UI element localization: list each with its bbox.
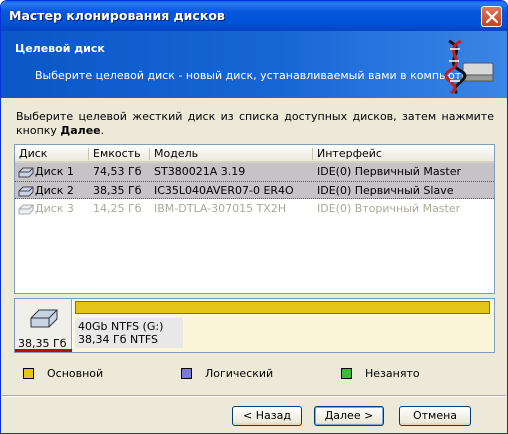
partition-label: 40Gb NTFS (G:) bbox=[78, 320, 164, 333]
title-bar[interactable]: Мастер клонирования дисков bbox=[1, 1, 507, 31]
footer-divider bbox=[2, 395, 506, 397]
cell-capacity: 14,25 Гб bbox=[93, 202, 142, 215]
header-title: Целевой диск bbox=[15, 42, 105, 55]
cell-capacity: 38,35 Гб bbox=[93, 184, 142, 197]
disk-list-header: Диск Емкость Модель Интерфейс bbox=[15, 145, 494, 163]
cell-interface: IDE(0) Первичный Slave bbox=[317, 184, 454, 197]
legend-logical-label: Логический bbox=[205, 367, 274, 380]
cell-capacity: 74,53 Гб bbox=[93, 165, 142, 178]
cell-model: IC35L040AVER07-0 ER4O bbox=[154, 184, 294, 197]
hard-disk-icon bbox=[18, 167, 34, 178]
legend-free-swatch bbox=[341, 368, 352, 379]
legend-logical-swatch bbox=[181, 368, 192, 379]
partition-area: 40Gb NTFS (G:) 38,34 Гб NTFS bbox=[73, 299, 494, 352]
disk-map-summary[interactable]: 38,35 Гб bbox=[15, 299, 72, 352]
partition-bar[interactable] bbox=[75, 301, 490, 314]
legend-free-label: Незанято bbox=[365, 367, 420, 380]
column-capacity[interactable]: Емкость bbox=[93, 147, 141, 160]
table-row: Диск 3 14,25 Гб IBM-DTLA-307015 TX2H IDE… bbox=[15, 200, 494, 218]
back-button[interactable]: < Назад bbox=[232, 406, 302, 426]
cell-disk: Диск 2 bbox=[35, 184, 74, 197]
instruction-bold: Далее bbox=[60, 124, 101, 137]
column-model[interactable]: Модель bbox=[154, 147, 198, 160]
column-interface[interactable]: Интерфейс bbox=[317, 147, 382, 160]
cell-model: ST380021A 3.19 bbox=[154, 165, 246, 178]
hard-disk-icon bbox=[18, 204, 34, 215]
disk-list[interactable]: Диск Емкость Модель Интерфейс Диск 1 74,… bbox=[14, 144, 495, 294]
legend-primary-swatch bbox=[23, 368, 34, 379]
cell-model: IBM-DTLA-307015 TX2H bbox=[154, 202, 287, 215]
instruction-text: Выберите целевой жесткий диск из списка … bbox=[16, 110, 494, 137]
hard-disk-icon bbox=[18, 186, 34, 197]
selection-indicator bbox=[15, 349, 72, 352]
cell-disk: Диск 1 bbox=[35, 165, 74, 178]
disk-layout-map: 38,35 Гб 40Gb NTFS (G:) 38,34 Гб NTFS bbox=[14, 298, 495, 353]
table-row[interactable]: Диск 1 74,53 Гб ST380021A 3.19 IDE(0) Пе… bbox=[15, 163, 494, 181]
partition-detail: 38,34 Гб NTFS bbox=[78, 333, 159, 346]
close-icon bbox=[485, 10, 499, 24]
cell-interface: IDE(0) Первичный Master bbox=[317, 165, 461, 178]
column-disk[interactable]: Диск bbox=[19, 147, 47, 160]
cell-disk: Диск 3 bbox=[35, 202, 74, 215]
hard-disk-icon bbox=[30, 309, 58, 328]
close-button[interactable] bbox=[481, 6, 502, 27]
window-title: Мастер клонирования дисков bbox=[9, 8, 225, 23]
next-button[interactable]: Далее > bbox=[314, 406, 384, 426]
legend-primary-label: Основной bbox=[47, 367, 104, 380]
cell-interface: IDE(0) Вторичный Master bbox=[317, 202, 461, 215]
header-subtitle: Выберите целевой диск - новый диск, уста… bbox=[35, 69, 479, 82]
wizard-header: Целевой диск Выберите целевой диск - нов… bbox=[1, 31, 507, 98]
clone-disk-wizard-window: Мастер клонирования дисков Целевой диск … bbox=[0, 0, 508, 434]
dna-disk-icon bbox=[444, 39, 494, 95]
cancel-button[interactable]: Отмена bbox=[399, 406, 471, 426]
partition-info: 40Gb NTFS (G:) 38,34 Гб NTFS bbox=[75, 318, 183, 348]
table-row[interactable]: Диск 2 38,35 Гб IC35L040AVER07-0 ER4O ID… bbox=[15, 181, 494, 199]
